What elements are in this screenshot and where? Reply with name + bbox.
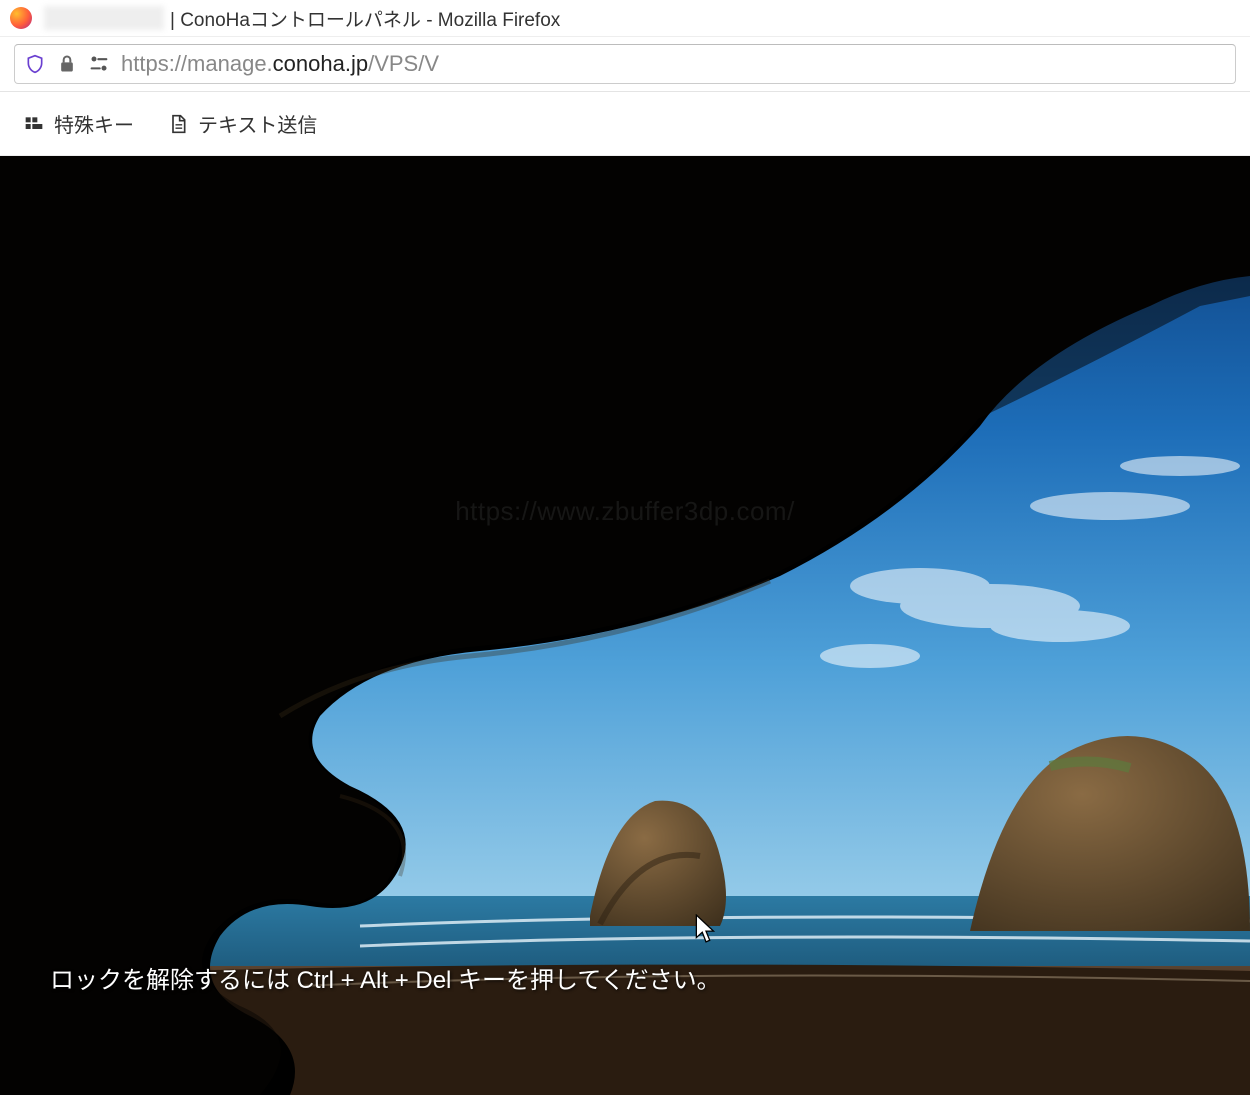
- tracking-protection-icon[interactable]: [25, 54, 45, 74]
- url-domain: conoha.jp: [273, 51, 368, 76]
- address-bar-container: https://manage.conoha.jp/VPS/V: [0, 36, 1250, 92]
- address-bar[interactable]: https://manage.conoha.jp/VPS/V: [14, 44, 1236, 84]
- special-keys-label: 特殊キー: [54, 109, 134, 138]
- lock-screen-message: ロックを解除するには Ctrl + Alt + Del キーを押してください。: [50, 960, 721, 995]
- mouse-cursor-icon: [695, 914, 717, 944]
- lock-icon[interactable]: [57, 54, 77, 74]
- window-title: | ConoHaコントロールパネル - Mozilla Firefox: [170, 5, 560, 32]
- special-keys-button[interactable]: 特殊キー: [14, 103, 144, 144]
- obscured-text: [44, 6, 164, 30]
- keyboard-keys-icon: [24, 114, 44, 134]
- url-display[interactable]: https://manage.conoha.jp/VPS/V: [121, 51, 439, 77]
- firefox-logo-icon: [10, 7, 32, 29]
- watermark-text: https://www.zbuffer3dp.com/: [455, 496, 795, 527]
- remote-console-viewport[interactable]: https://www.zbuffer3dp.com/ ロックを解除するには C…: [0, 156, 1250, 1095]
- send-text-button[interactable]: テキスト送信: [158, 103, 327, 144]
- url-subdomain: manage.: [187, 51, 273, 76]
- permissions-icon[interactable]: [89, 54, 109, 74]
- url-path: /VPS/V: [368, 51, 439, 76]
- window-titlebar: | ConoHaコントロールパネル - Mozilla Firefox: [0, 0, 1250, 36]
- document-icon: [168, 114, 188, 134]
- send-text-label: テキスト送信: [198, 109, 317, 138]
- windows-lock-screen-wallpaper: [0, 156, 1250, 1095]
- url-scheme: https://: [121, 51, 187, 76]
- console-toolbar: 特殊キー テキスト送信: [0, 92, 1250, 156]
